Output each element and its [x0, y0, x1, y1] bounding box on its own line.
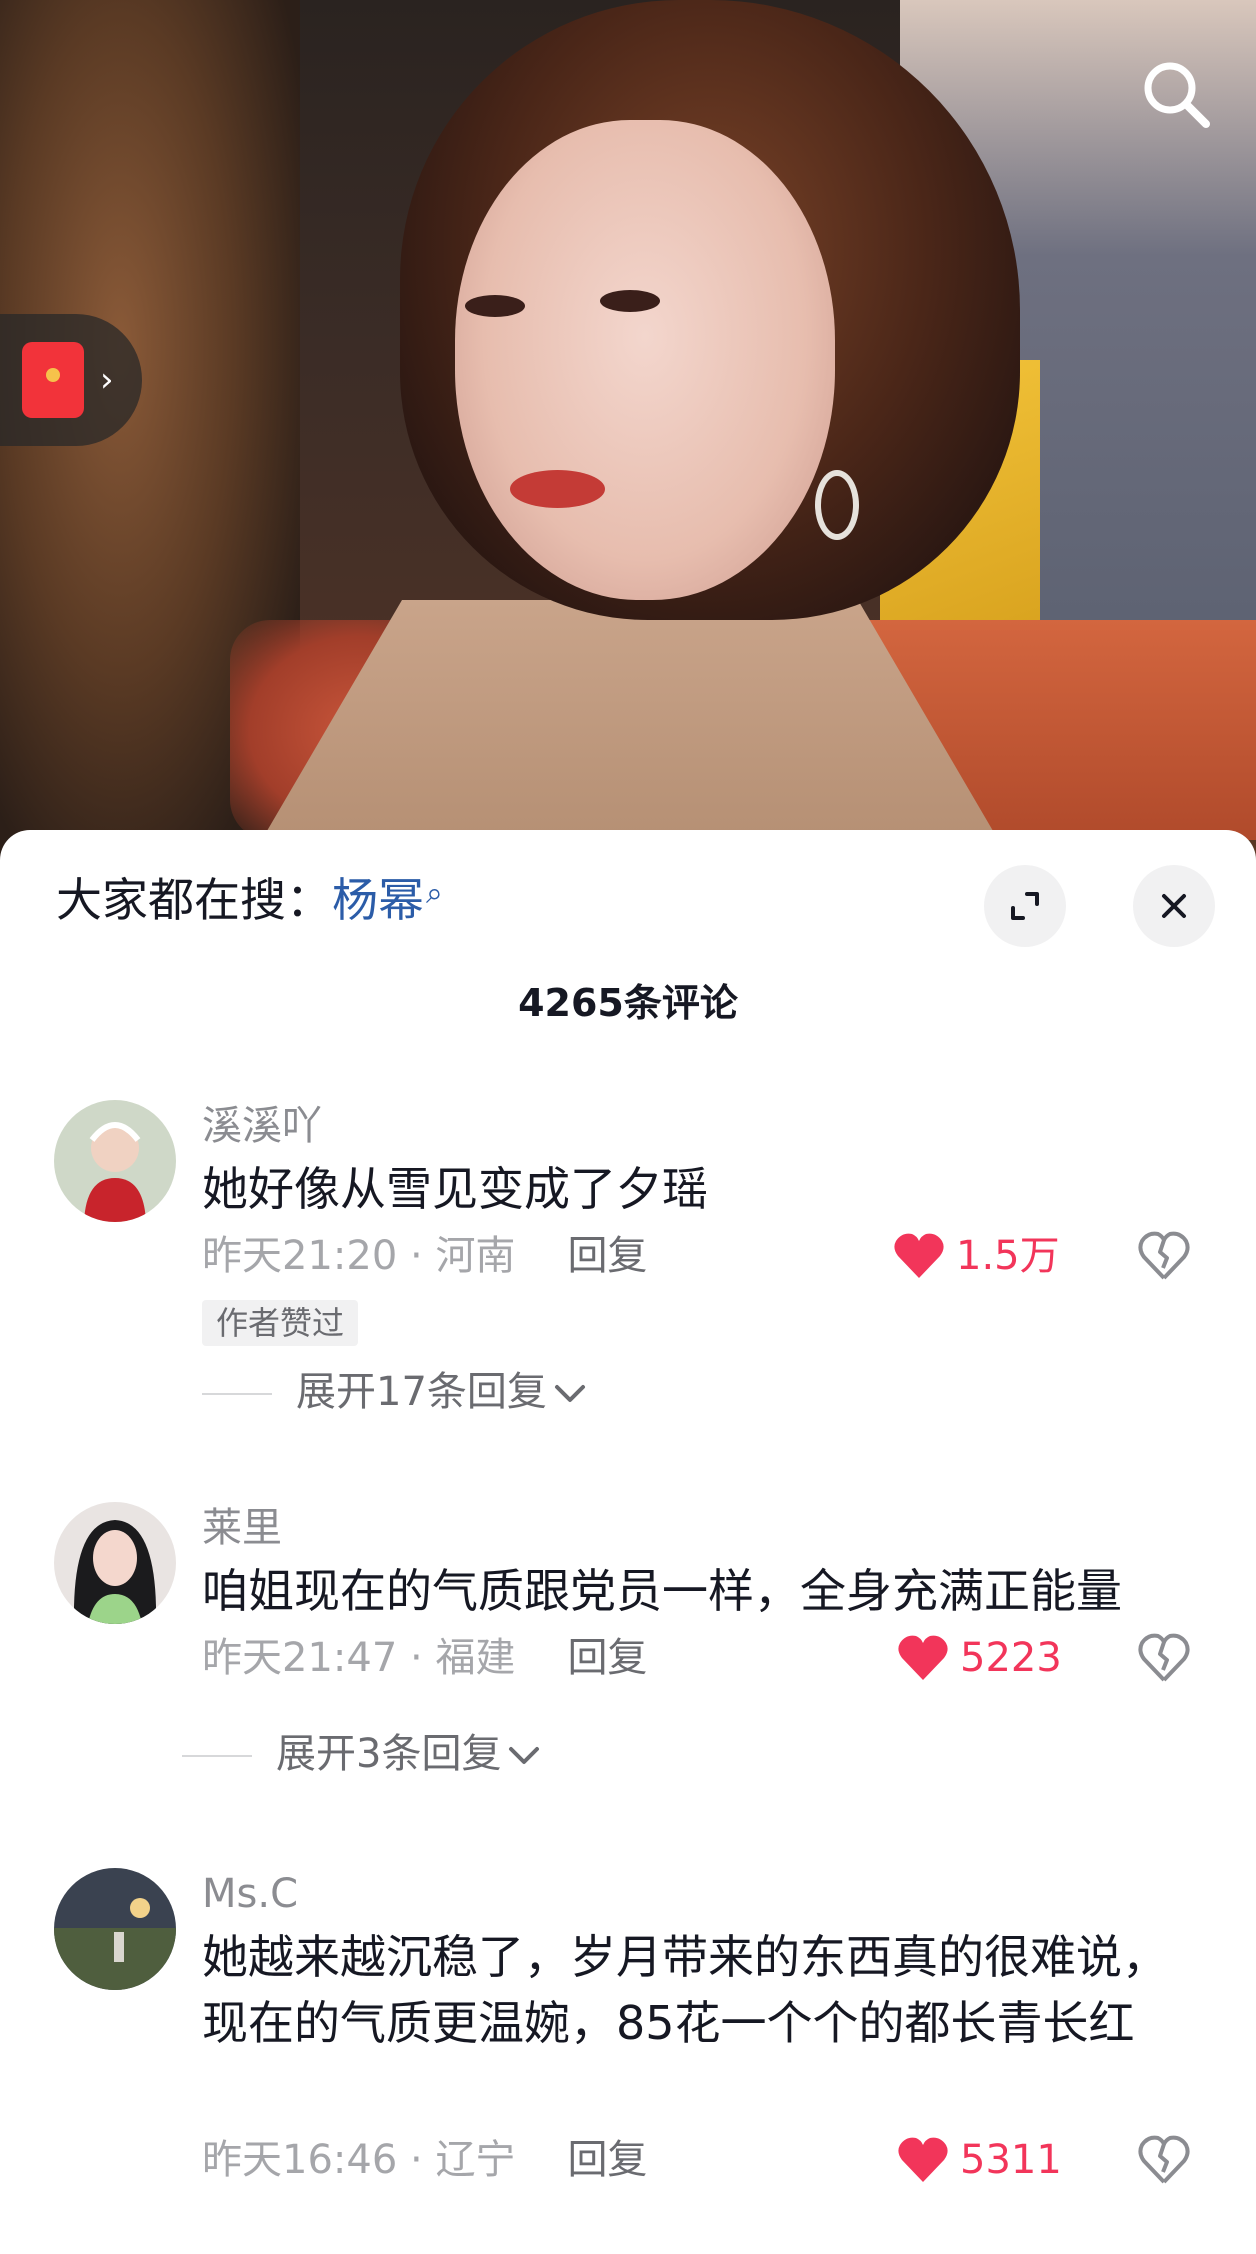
like-count: 5223: [960, 1635, 1062, 1681]
avatar[interactable]: [54, 1100, 176, 1222]
broken-heart-icon: [1138, 1231, 1190, 1280]
comment-time: 昨天21:47: [202, 1635, 398, 1681]
reply-button[interactable]: 回复: [567, 1233, 647, 1279]
broken-heart-icon: [1138, 1633, 1190, 1682]
heart-icon: [898, 2137, 948, 2182]
comment-text[interactable]: 她越来越沉稳了，岁月带来的东西真的很难说，现在的气质更温婉，85花一个个的都长青…: [202, 1924, 1182, 2056]
search-icon: [1144, 62, 1210, 128]
reply-button[interactable]: 回复: [567, 2137, 647, 2183]
chevron-down-icon: [554, 1385, 585, 1402]
video-subject-face: [455, 120, 835, 600]
dislike-button[interactable]: [1136, 2132, 1192, 2188]
trending-search-prefix: 大家都在搜：: [56, 873, 332, 927]
dislike-button[interactable]: [1136, 1228, 1192, 1284]
divider: [202, 1393, 272, 1395]
red-packet-icon: [22, 342, 84, 418]
comment-count: 4265条评论: [518, 981, 738, 1025]
heart-icon: [894, 1233, 944, 1278]
search-icon: ⌕: [426, 876, 443, 911]
chevron-down-icon: [509, 1747, 540, 1764]
broken-heart-icon: [1138, 2135, 1190, 2184]
username[interactable]: Ms.C: [202, 1868, 298, 1920]
heart-icon: [898, 1635, 948, 1680]
avatar[interactable]: [54, 1868, 176, 1990]
comment-location: 河南: [435, 1233, 516, 1279]
expand-replies-button[interactable]: 展开3条回复: [182, 1728, 541, 1780]
divider: [182, 1755, 252, 1757]
like-count: 5311: [960, 2137, 1062, 2183]
comment-text[interactable]: 咱姐现在的气质跟党员一样，全身充满正能量: [202, 1558, 1242, 1624]
video-player[interactable]: ›: [0, 0, 1256, 860]
comment-text[interactable]: 她好像从雪见变成了夕瑶: [202, 1156, 1212, 1222]
close-button[interactable]: [1133, 865, 1215, 947]
comment-time: 昨天16:46: [202, 2137, 398, 2183]
username[interactable]: 莱里: [202, 1502, 282, 1554]
avatar[interactable]: [54, 1502, 176, 1624]
author-liked-badge: 作者赞过: [202, 1300, 359, 1346]
reply-button[interactable]: 回复: [567, 1635, 647, 1681]
chevron-right-icon: ›: [100, 360, 114, 400]
expand-replies-button[interactable]: 展开17条回复: [202, 1366, 587, 1418]
comment-location: 辽宁: [435, 2137, 516, 2183]
comment-meta: 昨天16:46 · 辽宁 回复: [202, 2137, 648, 2183]
comment-sheet: 大家都在搜：杨幂⌕ 4265条评论 溪溪吖 她好像从雪见变成了夕瑶 昨天21:2…: [0, 830, 1256, 2254]
dislike-button[interactable]: [1136, 1630, 1192, 1686]
close-icon: [1162, 894, 1186, 918]
comment-meta: 昨天21:47 · 福建 回复: [202, 1635, 648, 1681]
comment-time: 昨天21:20: [202, 1233, 398, 1279]
trending-search-keyword[interactable]: 杨幂: [332, 873, 424, 927]
username[interactable]: 溪溪吖: [202, 1100, 322, 1152]
trending-search[interactable]: 大家都在搜：杨幂⌕: [56, 870, 443, 930]
like-count: 1.5万: [956, 1233, 1060, 1279]
red-packet-button[interactable]: ›: [0, 314, 142, 446]
comment-meta: 昨天21:20 · 河南 回复: [202, 1233, 648, 1279]
comment-location: 福建: [435, 1635, 516, 1681]
expand-icon: [1011, 892, 1039, 920]
search-button[interactable]: [1136, 54, 1216, 134]
expand-button[interactable]: [984, 865, 1066, 947]
